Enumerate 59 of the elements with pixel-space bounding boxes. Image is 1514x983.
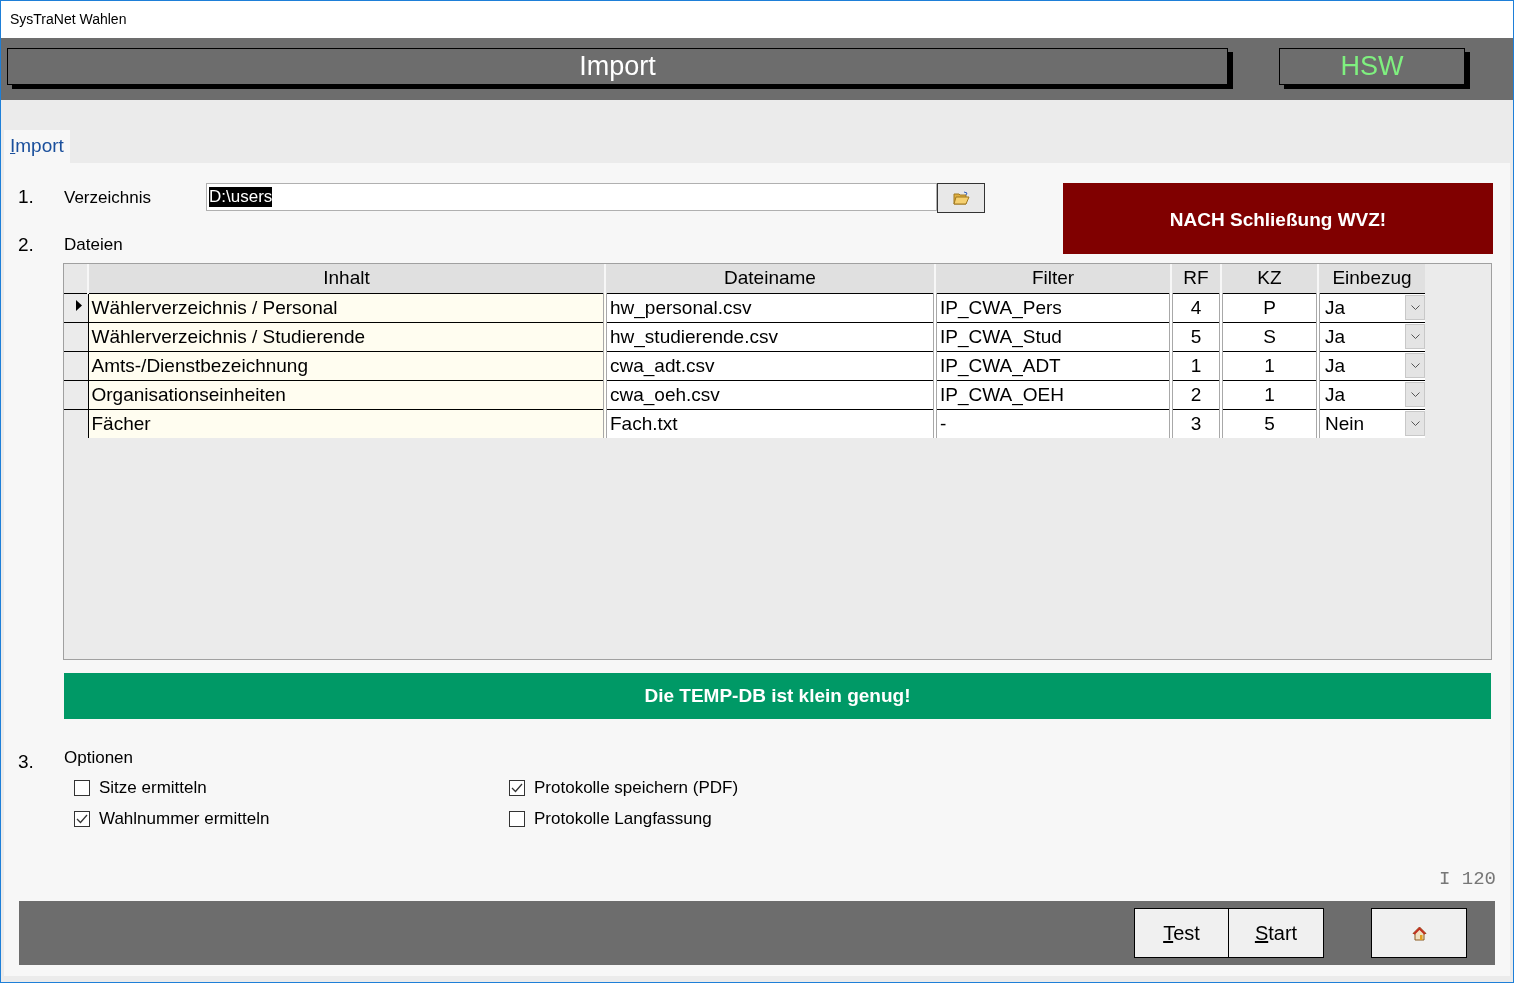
table-cell: IP_CWA_Stud xyxy=(935,322,1171,351)
table-cell: 1 xyxy=(1171,351,1221,380)
table-cell: P xyxy=(1221,293,1318,322)
warning-banner: NACH Schließung WVZ! xyxy=(1063,183,1493,254)
table-cell: 3 xyxy=(1171,409,1221,438)
step-number: 3. xyxy=(18,750,35,774)
column-header[interactable]: Filter xyxy=(935,264,1171,293)
window-title: SysTraNet Wahlen xyxy=(10,10,127,29)
chevron-icon xyxy=(1405,353,1425,378)
table-cell: S xyxy=(1221,322,1318,351)
step-number: 1. xyxy=(18,185,35,209)
column-header[interactable]: Inhalt xyxy=(88,264,605,293)
browse-button[interactable] xyxy=(937,183,985,213)
step-number: 2. xyxy=(18,233,35,257)
chevron-icon xyxy=(1405,411,1425,437)
table-cell: - xyxy=(935,409,1171,438)
table-cell: Wählerverzeichnis / Studierende xyxy=(88,322,605,351)
table-cell: 2 xyxy=(1171,380,1221,409)
table-cell: hw_personal.csv xyxy=(605,293,935,322)
home-button[interactable] xyxy=(1371,908,1467,958)
table-cell: hw_studierende.csv xyxy=(605,322,935,351)
status-banner: Die TEMP-DB ist klein genug! xyxy=(64,673,1491,719)
table-cell: cwa_adt.csv xyxy=(605,351,935,380)
table-cell: IP_CWA_Pers xyxy=(935,293,1171,322)
table-cell: 5 xyxy=(1171,322,1221,351)
table-cell: 4 xyxy=(1171,293,1221,322)
table-cell: IP_CWA_OEH xyxy=(935,380,1171,409)
option-checkbox[interactable]: Sitze ermitteln xyxy=(74,777,509,799)
table-cell: 1 xyxy=(1221,380,1318,409)
section-label: Optionen xyxy=(64,747,133,769)
table-cell: Fach.txt xyxy=(605,409,935,438)
table-cell: Wählerverzeichnis / Personal xyxy=(88,293,605,322)
option-checkbox[interactable]: Protokolle speichern (PDF) xyxy=(509,777,809,799)
column-header[interactable]: RF xyxy=(1171,264,1221,293)
action-button[interactable]: Test xyxy=(1134,908,1229,958)
column-header[interactable]: Einbezug xyxy=(1318,264,1425,293)
home-icon xyxy=(1411,925,1427,941)
table-cell: cwa_oeh.csv xyxy=(605,380,935,409)
form-code: I 120 xyxy=(1439,867,1496,892)
section-label: Dateien xyxy=(64,234,123,256)
table-cell: Organisationseinheiten xyxy=(88,380,605,409)
option-checkbox[interactable]: Wahlnummer ermitteln xyxy=(74,808,509,830)
column-header[interactable]: Dateiname xyxy=(605,264,935,293)
table-cell: IP_CWA_ADT xyxy=(935,351,1171,380)
chevron-icon xyxy=(1405,324,1425,349)
row-pointer-icon xyxy=(76,299,82,311)
chevron-icon xyxy=(1405,382,1425,407)
tab[interactable]: Import xyxy=(4,130,70,163)
table-cell: 1 xyxy=(1221,351,1318,380)
field-label: Verzeichnis xyxy=(64,187,152,209)
option-checkbox[interactable]: Protokolle Langfassung xyxy=(509,808,809,830)
table-cell: Fächer xyxy=(88,409,605,438)
table-cell: Amts-/Dienstbezeichnung xyxy=(88,351,605,380)
chevron-icon xyxy=(1405,295,1425,320)
action-button[interactable]: Start xyxy=(1229,908,1324,958)
directory-field[interactable]: D:\users xyxy=(206,183,937,211)
column-header[interactable]: KZ xyxy=(1221,264,1318,293)
folder-icon xyxy=(952,191,970,205)
table-cell: 5 xyxy=(1221,409,1318,438)
